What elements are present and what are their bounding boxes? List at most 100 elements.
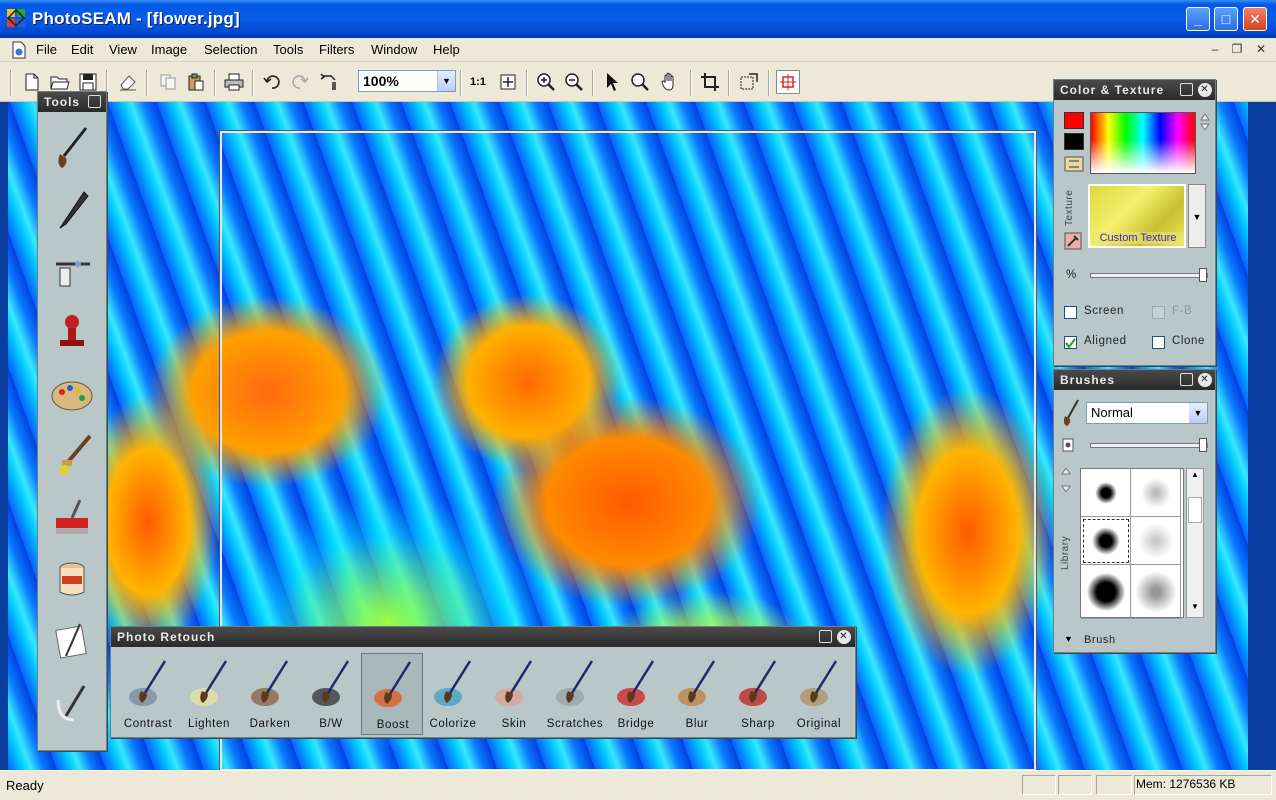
close-button[interactable]: ✕ — [1243, 7, 1267, 31]
actual-size-button[interactable]: 1:1 — [470, 76, 486, 88]
chevron-down-icon[interactable]: ▼ — [1189, 403, 1207, 423]
brushes-panel-header[interactable]: Brushes ✕ — [1054, 370, 1215, 390]
texture-dropdown-icon[interactable]: ▼ — [1188, 184, 1206, 248]
document-icon[interactable] — [10, 41, 28, 59]
tools-panel-header[interactable]: Tools — [38, 92, 106, 112]
undo-icon[interactable] — [260, 70, 284, 94]
close-icon[interactable]: ✕ — [837, 630, 851, 644]
retouch-item-colorize[interactable]: Colorize — [422, 653, 484, 735]
retouch-item-lighten[interactable]: Lighten — [178, 653, 240, 735]
dock-icon[interactable] — [1180, 83, 1193, 96]
brush-size-slider[interactable] — [1090, 438, 1208, 452]
zoom-out-icon[interactable] — [562, 70, 586, 94]
brush-size-slider-thumb[interactable] — [1199, 438, 1207, 452]
color-panel-header[interactable]: Color & Texture ✕ — [1054, 80, 1215, 100]
dock-icon[interactable] — [1180, 373, 1193, 386]
brush-preset[interactable] — [1131, 517, 1181, 565]
picture-frame-tool[interactable] — [46, 614, 98, 670]
bucket-tool[interactable] — [46, 552, 98, 608]
crop-icon[interactable] — [698, 70, 722, 94]
revert-icon[interactable] — [318, 70, 342, 94]
color-spectrum-picker[interactable] — [1090, 112, 1196, 174]
retouch-item-blur[interactable]: Blur — [666, 653, 728, 735]
brush-preset-selected[interactable] — [1081, 517, 1131, 565]
retouch-item-skin[interactable]: Skin — [483, 653, 545, 735]
background-color-swatch[interactable] — [1064, 133, 1084, 150]
rotate-tool[interactable] — [46, 676, 98, 732]
brush-preset[interactable] — [1131, 469, 1181, 517]
hand-icon[interactable] — [658, 70, 682, 94]
retouch-panel-header[interactable]: Photo Retouch ✕ — [111, 627, 855, 647]
brush-preset[interactable] — [1081, 565, 1131, 619]
redo-icon[interactable] — [288, 70, 312, 94]
eraser-icon[interactable] — [116, 70, 140, 94]
chevron-down-icon[interactable]: ▼ — [437, 71, 455, 91]
retouch-item-contrast[interactable]: Contrast — [117, 653, 179, 735]
retouch-item-bw[interactable]: B/W — [300, 653, 362, 735]
opacity-slider-thumb[interactable] — [1199, 268, 1207, 282]
maximize-button[interactable]: □ — [1214, 7, 1238, 31]
menu-tools[interactable]: Tools — [273, 42, 303, 57]
menu-image[interactable]: Image — [151, 42, 187, 57]
foreground-color-swatch[interactable] — [1064, 112, 1084, 129]
zoom-in-icon[interactable] — [534, 70, 558, 94]
fill-tool[interactable] — [46, 490, 98, 546]
dock-icon[interactable] — [819, 630, 832, 643]
palette-tool[interactable] — [46, 366, 98, 422]
retouch-item-scratches[interactable]: Scratches — [544, 653, 606, 735]
checkbox-clone[interactable] — [1152, 336, 1165, 349]
texture-preview[interactable]: Custom Texture — [1088, 184, 1186, 248]
retouch-panel-title: Photo Retouch — [117, 630, 216, 644]
eyedropper-icon[interactable] — [1064, 232, 1082, 250]
checkbox-aligned[interactable] — [1064, 336, 1077, 349]
scroll-up-icon[interactable]: ▲ — [1188, 470, 1202, 484]
retouch-item-sharp[interactable]: Sharp — [727, 653, 789, 735]
retouch-item-boost[interactable]: Boost — [361, 653, 423, 735]
smudge-tool[interactable] — [46, 428, 98, 484]
print-icon[interactable] — [222, 70, 246, 94]
minimize-button[interactable]: _ — [1186, 7, 1210, 31]
brushes-panel-title: Brushes — [1060, 373, 1116, 387]
magnifier-icon[interactable] — [628, 70, 652, 94]
swap-colors-icon[interactable] — [1064, 156, 1084, 172]
menu-window[interactable]: Window — [371, 42, 417, 57]
retouch-item-darken[interactable]: Darken — [239, 653, 301, 735]
menu-help[interactable]: Help — [433, 42, 460, 57]
opacity-slider[interactable] — [1090, 268, 1208, 282]
brush-preset[interactable] — [1081, 469, 1131, 517]
checkbox-screen[interactable] — [1064, 306, 1077, 319]
copy-icon[interactable] — [156, 70, 180, 94]
menu-file[interactable]: File — [36, 42, 57, 57]
retouch-item-original[interactable]: Original — [788, 653, 850, 735]
doc-minimize-button[interactable]: – — [1206, 42, 1224, 58]
doc-close-button[interactable]: ✕ — [1252, 42, 1270, 58]
seam-icon[interactable] — [776, 70, 800, 94]
airbrush-tool[interactable] — [46, 242, 98, 298]
zoom-level-select[interactable]: 100% ▼ — [358, 70, 456, 92]
menu-view[interactable]: View — [109, 42, 137, 57]
checkbox-fb[interactable] — [1152, 306, 1165, 319]
close-icon[interactable]: ✕ — [1198, 83, 1212, 97]
clone-stamp-tool[interactable] — [46, 304, 98, 360]
close-icon[interactable]: ✕ — [1198, 373, 1212, 387]
chevron-down-icon[interactable]: ▼ — [1064, 634, 1073, 644]
blend-mode-select[interactable]: Normal ▼ — [1086, 402, 1208, 424]
doc-restore-button[interactable]: ❐ — [1228, 42, 1246, 58]
fit-window-icon[interactable] — [496, 70, 520, 94]
library-scroll-icon[interactable] — [1060, 466, 1072, 494]
pencil-tool[interactable] — [46, 182, 98, 238]
menu-filters[interactable]: Filters — [319, 42, 354, 57]
paste-icon[interactable] — [184, 70, 208, 94]
dock-icon[interactable] — [88, 95, 101, 108]
paint-brush-tool[interactable] — [46, 120, 98, 176]
resize-icon[interactable] — [737, 70, 761, 94]
scrollbar-thumb[interactable] — [1188, 497, 1202, 523]
pointer-icon[interactable] — [600, 70, 624, 94]
brush-library-scrollbar[interactable]: ▲ ▼ — [1186, 468, 1204, 618]
retouch-item-bridge[interactable]: Bridge — [605, 653, 667, 735]
spectrum-scroll-icon[interactable] — [1200, 112, 1210, 132]
menu-edit[interactable]: Edit — [71, 42, 93, 57]
brush-preset[interactable] — [1131, 565, 1181, 619]
menu-selection[interactable]: Selection — [204, 42, 257, 57]
scroll-down-icon[interactable]: ▼ — [1188, 602, 1202, 616]
